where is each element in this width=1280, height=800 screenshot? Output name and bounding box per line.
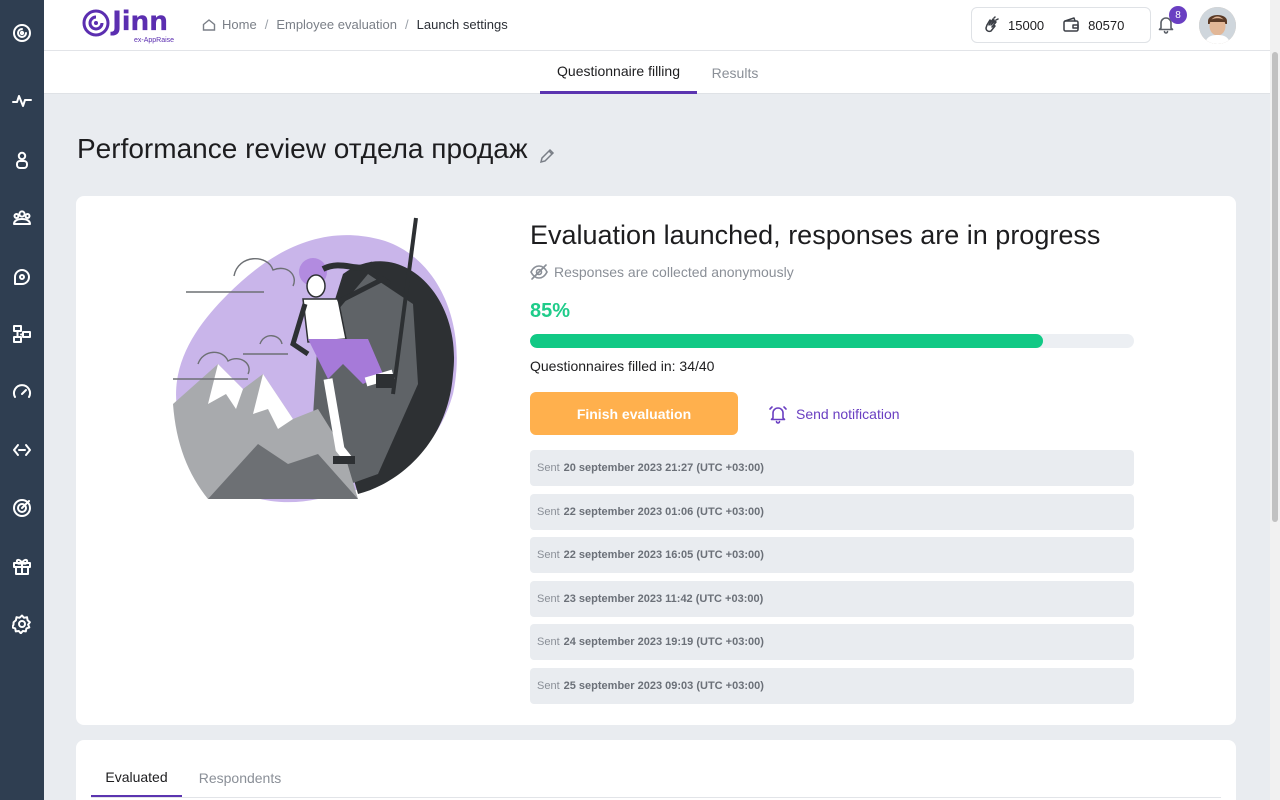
wallet-widget[interactable]: 15000 80570	[971, 7, 1151, 43]
page-title-row: Performance review отдела продаж	[77, 133, 556, 165]
wallet-icon	[1063, 17, 1079, 32]
sent-date: 20 september 2023 21:27 (UTC +03:00)	[563, 462, 764, 474]
brand-logo[interactable]: Jinn ex-AppRaise	[82, 6, 182, 46]
breadcrumb-separator: /	[264, 17, 269, 32]
list-item: Sent 20 september 2023 21:27 (UTC +03:00)	[530, 450, 1134, 486]
list-item: Sent 23 september 2023 11:42 (UTC +03:00)	[530, 580, 1134, 617]
logo-subtext: ex-AppRaise	[134, 37, 175, 44]
tab-questionnaire-filling[interactable]: Questionnaire filling	[540, 51, 697, 94]
view-tabs: Questionnaire filling Results	[44, 51, 1270, 94]
eye-off-icon	[530, 264, 548, 280]
participants-card: Evaluated Respondents	[76, 740, 1236, 800]
questionnaires-filled: Questionnaires filled in: 34/40	[530, 358, 715, 374]
org-structure-icon[interactable]	[11, 323, 33, 345]
sent-prefix: Sent	[537, 462, 560, 474]
settings-icon[interactable]	[11, 613, 33, 635]
list-item: Sent 25 september 2023 09:03 (UTC +03:00)	[530, 667, 1134, 704]
pulse-icon[interactable]	[11, 90, 33, 112]
list-item: Sent 24 september 2023 19:19 (UTC +03:00)	[530, 624, 1134, 661]
team-icon[interactable]	[11, 207, 33, 229]
sent-prefix: Sent	[537, 592, 560, 605]
sent-date: 23 september 2023 11:42 (UTC +03:00)	[563, 592, 764, 605]
breadcrumb: Home / Employee evaluation / Launch sett…	[202, 17, 508, 32]
home-icon[interactable]	[202, 18, 216, 32]
top-header: Jinn ex-AppRaise Home / Employee evaluat…	[44, 0, 1270, 51]
breadcrumb-separator: /	[405, 17, 409, 32]
climber-illustration	[173, 217, 457, 503]
anonymous-text: Responses are collected anonymously	[554, 264, 794, 280]
claps-value: 15000	[1008, 17, 1045, 33]
gift-icon[interactable]	[11, 555, 33, 577]
edit-pencil-icon[interactable]	[538, 140, 556, 164]
logo-text: Jinn	[112, 6, 168, 37]
sent-prefix: Sent	[537, 505, 560, 518]
tab-results[interactable]: Results	[707, 51, 763, 94]
gauge-icon[interactable]	[11, 381, 33, 403]
balance-value: 80570	[1088, 17, 1125, 33]
list-item: Sent 22 september 2023 16:05 (UTC +03:00)	[530, 537, 1134, 574]
scrollbar-thumb[interactable]	[1272, 52, 1278, 522]
alarm-bell-icon	[769, 405, 787, 424]
progress-percent: 85%	[530, 300, 571, 322]
sent-date: 22 september 2023 16:05 (UTC +03:00)	[563, 549, 764, 562]
sent-prefix: Sent	[537, 679, 560, 692]
notifications-count-badge: 8	[1169, 6, 1187, 24]
feedback-icon[interactable]	[11, 265, 33, 287]
sent-prefix: Sent	[537, 549, 560, 562]
anonymous-note: Responses are collected anonymously	[530, 263, 794, 281]
breadcrumb-employee-evaluation[interactable]: Employee evaluation	[276, 17, 397, 32]
progress-bar	[530, 334, 1134, 348]
page-title: Performance review отдела продаж	[77, 133, 528, 164]
send-notification-button[interactable]: Send notification	[768, 392, 900, 435]
sent-date: 25 september 2023 09:03 (UTC +03:00)	[563, 679, 764, 692]
sent-notifications-list: Sent 20 september 2023 21:27 (UTC +03:00)…	[530, 450, 1134, 712]
sidebar	[0, 0, 44, 800]
clap-icon	[985, 16, 999, 33]
breadcrumb-home[interactable]: Home	[222, 17, 257, 32]
send-notification-label: Send notification	[796, 405, 900, 422]
logo-swirl-icon[interactable]	[11, 22, 33, 44]
tab-evaluated[interactable]: Evaluated	[91, 758, 182, 798]
tabs-divider	[91, 797, 1221, 798]
tab-respondents[interactable]: Respondents	[190, 758, 290, 798]
evaluation-status-card: Evaluation launched, responses are in pr…	[76, 196, 1236, 725]
user-avatar[interactable]	[1199, 7, 1236, 44]
user-icon[interactable]	[11, 149, 33, 171]
sent-date: 24 september 2023 19:19 (UTC +03:00)	[563, 636, 764, 649]
finish-evaluation-button[interactable]: Finish evaluation	[530, 392, 738, 435]
page-scrollbar[interactable]	[1270, 0, 1280, 800]
sent-prefix: Sent	[537, 636, 560, 649]
list-item: Sent 22 september 2023 01:06 (UTC +03:00)	[530, 493, 1134, 530]
breadcrumb-current: Launch settings	[416, 17, 508, 32]
jinn-logo-icon	[82, 9, 110, 37]
status-title: Evaluation launched, responses are in pr…	[530, 220, 1101, 250]
exchange-icon[interactable]	[11, 439, 33, 461]
target-icon[interactable]	[11, 497, 33, 519]
sent-date: 22 september 2023 01:06 (UTC +03:00)	[563, 505, 764, 518]
progress-bar-fill	[530, 334, 1044, 348]
